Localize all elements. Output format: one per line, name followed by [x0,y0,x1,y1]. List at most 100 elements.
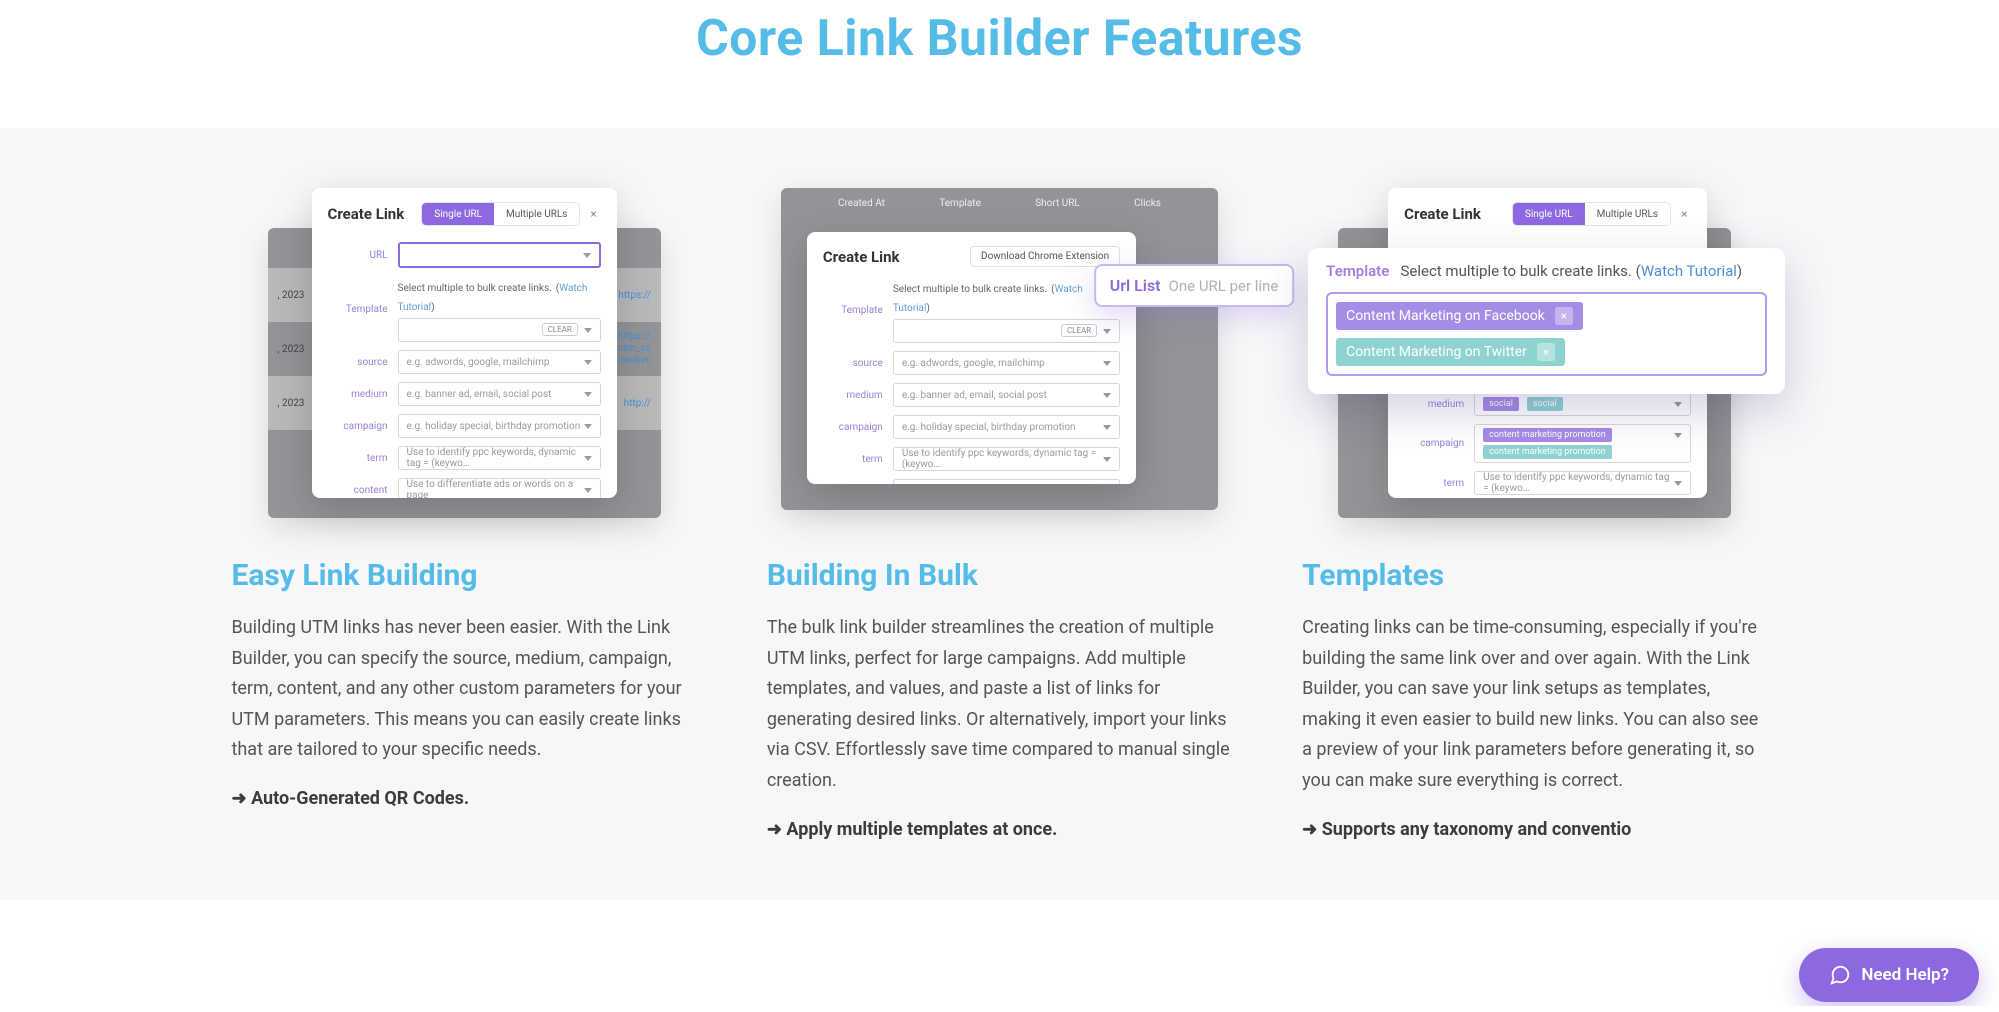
chevron-down-icon [1674,433,1682,438]
label-campaign: campaign [328,421,388,432]
need-help-label: Need Help? [1861,965,1949,985]
screenshot-templates: , 2023 https:// utm_so market , 2023 htt… [1302,188,1767,518]
label-term: term [823,454,883,465]
watch-tutorial-link[interactable]: Watch Tutorial [1641,262,1737,280]
label-term: term [328,453,388,464]
campaign-select[interactable]: e.g. holiday special, birthday promotion [893,415,1120,439]
feature-body: Building UTM links has never been easier… [232,613,697,766]
medium-select[interactable]: social social [1474,392,1691,416]
close-icon[interactable]: × [1677,207,1691,221]
screenshot-easy: , 2023 https:// , 2023 https:// utm_so m… [232,188,697,518]
bg-link: http:// [624,398,651,409]
placeholder: e.g. adwords, google, mailchimp [902,358,1045,369]
url-input[interactable] [398,242,601,268]
chip-social[interactable]: social [1483,397,1519,411]
chevron-down-icon [583,253,591,258]
source-select[interactable]: e.g. adwords, google, mailchimp [893,351,1120,375]
chevron-down-icon [1674,481,1682,486]
chevron-down-icon [1103,329,1111,334]
chevron-down-icon [1103,457,1111,462]
feature-body: The bulk link builder streamlines the cr… [767,613,1232,797]
url-mode-segmented[interactable]: Single URL Multiple URLs [421,202,580,226]
features-band: , 2023 https:// , 2023 https:// utm_so m… [0,128,1999,900]
clear-button[interactable]: CLEAR [542,323,578,336]
label-template: Template [328,304,388,315]
chevron-down-icon [584,456,592,461]
segment-single-url[interactable]: Single URL [422,203,494,225]
segment-multiple-urls[interactable]: Multiple URLs [494,203,579,225]
campaign-select[interactable]: e.g. holiday special, birthday promotion [398,414,601,438]
col-created-at: Created At [838,198,885,209]
term-select[interactable]: Use to identify ppc keywords, dynamic ta… [893,447,1120,471]
campaign-select[interactable]: content marketing promotion content mark… [1474,424,1691,463]
create-link-title: Create Link [823,248,900,266]
label-source: source [823,358,883,369]
chip-campaign[interactable]: content marketing promotion [1483,428,1612,442]
tag-content-marketing-twitter[interactable]: Content Marketing on Twitter × [1336,338,1565,366]
col-clicks: Clicks [1134,198,1161,209]
bg-link-line: utm_so [618,343,651,354]
chevron-down-icon [584,328,592,333]
chip-social[interactable]: social [1527,397,1563,411]
screenshot-bulk: Created At Template Short URL Clicks Cre… [767,188,1232,518]
feature-bullet: Apply multiple templates at once. [767,819,1232,840]
create-link-title: Create Link [328,205,405,223]
term-select[interactable]: Use to identify ppc keywords, dynamic ta… [398,446,601,470]
bg-link: https:// utm_so market [618,331,651,367]
label-medium: medium [823,390,883,401]
medium-select[interactable]: e.g. banner ad, email, social post [893,383,1120,407]
segment-multiple-urls[interactable]: Multiple URLs [1585,203,1670,225]
chevron-down-icon [584,360,592,365]
feature-title: Building In Bulk [767,558,1232,593]
remove-tag-icon[interactable]: × [1537,343,1555,361]
placeholder: Use to identify ppc keywords, dynamic ta… [1483,472,1674,494]
label-template: Template [823,305,883,316]
chevron-down-icon [1103,425,1111,430]
feature-title: Templates [1302,558,1767,593]
source-select[interactable]: e.g. adwords, google, mailchimp [398,350,601,374]
chip-campaign[interactable]: content marketing promotion [1483,445,1612,459]
content-select[interactable]: Use to differentiate ads or words on a p… [893,479,1120,484]
template-select[interactable]: CLEAR [398,318,601,342]
feature-templates: , 2023 https:// utm_so market , 2023 htt… [1302,188,1767,840]
bg-link-line: market [618,355,649,366]
col-short-url: Short URL [1035,198,1080,209]
chevron-down-icon [1103,361,1111,366]
close-icon[interactable]: × [586,207,600,221]
placeholder: e.g. banner ad, email, social post [407,389,552,400]
chevron-down-icon [1103,393,1111,398]
feature-bullet: Supports any taxonomy and conventio [1302,819,1767,840]
url-mode-segmented[interactable]: Single URL Multiple URLs [1512,202,1671,226]
need-help-button[interactable]: Need Help? [1799,948,1979,1002]
placeholder: Use to identify ppc keywords, dynamic ta… [902,448,1103,470]
url-list-popup: Url List One URL per line [1094,264,1295,307]
placeholder: Use to identify ppc keywords, dynamic ta… [407,447,584,469]
label-url: URL [328,250,388,261]
feature-body: Creating links can be time-consuming, es… [1302,613,1767,797]
label-campaign: campaign [1404,438,1464,449]
template-tag-input[interactable]: Content Marketing on Facebook × Content … [1326,292,1767,376]
bg-link-line: https:// [618,331,650,342]
url-list-sub: One URL per line [1169,277,1279,295]
medium-select[interactable]: e.g. banner ad, email, social post [398,382,601,406]
placeholder: e.g. banner ad, email, social post [902,390,1047,401]
label-medium: medium [1404,399,1464,410]
template-helper: Select multiple to bulk create links. [893,284,1047,295]
term-select[interactable]: Use to identify ppc keywords, dynamic ta… [1474,471,1691,495]
tag-content-marketing-facebook[interactable]: Content Marketing on Facebook × [1336,302,1583,330]
feature-easy-link-building: , 2023 https:// , 2023 https:// utm_so m… [232,188,697,840]
placeholder: Use to differentiate ads or words on a p… [407,479,584,498]
content-select[interactable]: Use to differentiate ads or words on a p… [398,478,601,498]
feature-bullet: Auto-Generated QR Codes. [232,788,697,809]
label-medium: medium [328,389,388,400]
segment-single-url[interactable]: Single URL [1513,203,1585,225]
chevron-down-icon [584,424,592,429]
chevron-down-icon [584,488,592,493]
chat-icon [1829,964,1851,986]
clear-button[interactable]: CLEAR [1061,324,1097,337]
template-select[interactable]: CLEAR [893,319,1120,343]
remove-tag-icon[interactable]: × [1555,307,1573,325]
paren: ) [1737,262,1742,280]
col-template: Template [939,198,981,209]
page-title: Core Link Builder Features [0,0,1999,128]
